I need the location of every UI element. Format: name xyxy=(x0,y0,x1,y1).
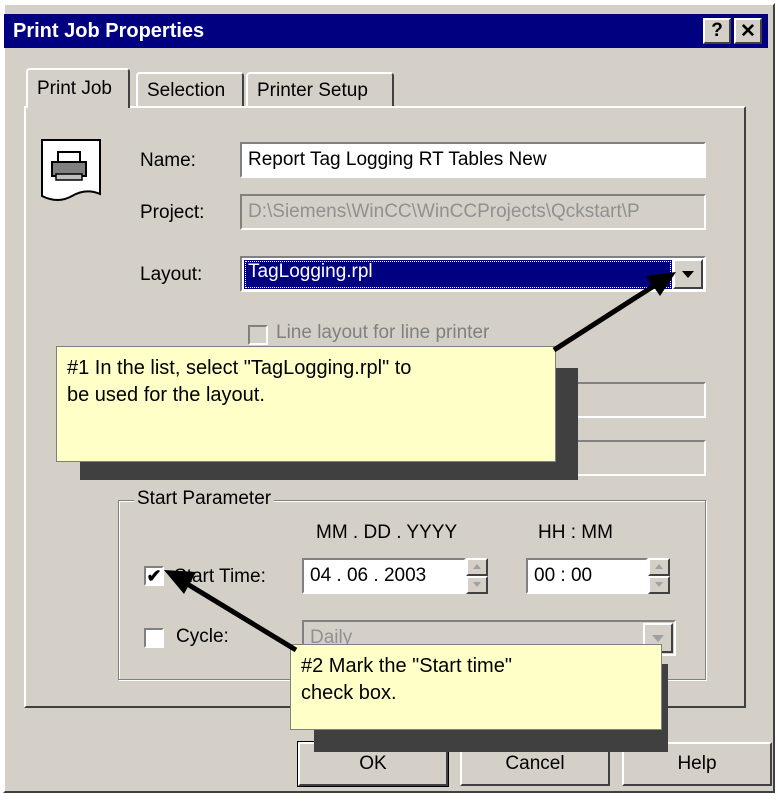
name-label: Name: xyxy=(140,150,196,171)
layout-dropdown-button[interactable] xyxy=(673,259,703,289)
start-date-input[interactable]: 04 . 06 . 2003 xyxy=(302,558,466,594)
start-time-label: Start Time: xyxy=(174,566,266,587)
time-format-label: HH : MM xyxy=(538,522,613,543)
tab-printer-setup[interactable]: Printer Setup xyxy=(246,72,394,106)
project-label: Project: xyxy=(140,202,205,223)
tab-print-job[interactable]: Print Job xyxy=(26,68,130,108)
start-time-checkbox[interactable]: ✔ xyxy=(144,566,164,586)
time-spin-down-icon[interactable] xyxy=(648,576,670,594)
layout-selected-value: TagLogging.rpl xyxy=(244,260,672,289)
title-bar[interactable]: Print Job Properties ? ✕ xyxy=(4,14,768,48)
callout-layout-instruction: #1 In the list, select "TagLogging.rpl" … xyxy=(56,346,556,462)
window-title: Print Job Properties xyxy=(13,19,205,42)
date-spinner[interactable] xyxy=(466,558,488,594)
cycle-label: Cycle: xyxy=(176,626,229,647)
start-time-input[interactable]: 00 : 00 xyxy=(526,558,648,594)
line-layout-label: Line layout for line printer xyxy=(276,322,490,343)
name-input[interactable]: Report Tag Logging RT Tables New xyxy=(240,142,706,178)
project-field: D:\Siemens\WinCC\WinCCProjects\Qckstart\… xyxy=(240,194,706,230)
printer-icon xyxy=(41,139,101,201)
tab-selection[interactable]: Selection xyxy=(136,72,244,106)
date-format-label: MM . DD . YYYY xyxy=(316,522,458,543)
close-button[interactable]: ✕ xyxy=(734,18,762,44)
layout-label: Layout: xyxy=(140,264,203,285)
start-parameter-title: Start Parameter xyxy=(134,488,275,510)
time-spin-up-icon[interactable] xyxy=(648,558,670,576)
date-spin-up-icon[interactable] xyxy=(466,558,488,576)
cycle-checkbox[interactable] xyxy=(144,628,164,648)
layout-dropdown[interactable]: TagLogging.rpl xyxy=(240,256,706,292)
help-title-button[interactable]: ? xyxy=(703,18,731,44)
callout-start-time-instruction: #2 Mark the "Start time" check box. xyxy=(290,644,662,730)
time-spinner[interactable] xyxy=(648,558,670,594)
line-layout-checkbox[interactable] xyxy=(248,325,268,345)
date-spin-down-icon[interactable] xyxy=(466,576,488,594)
